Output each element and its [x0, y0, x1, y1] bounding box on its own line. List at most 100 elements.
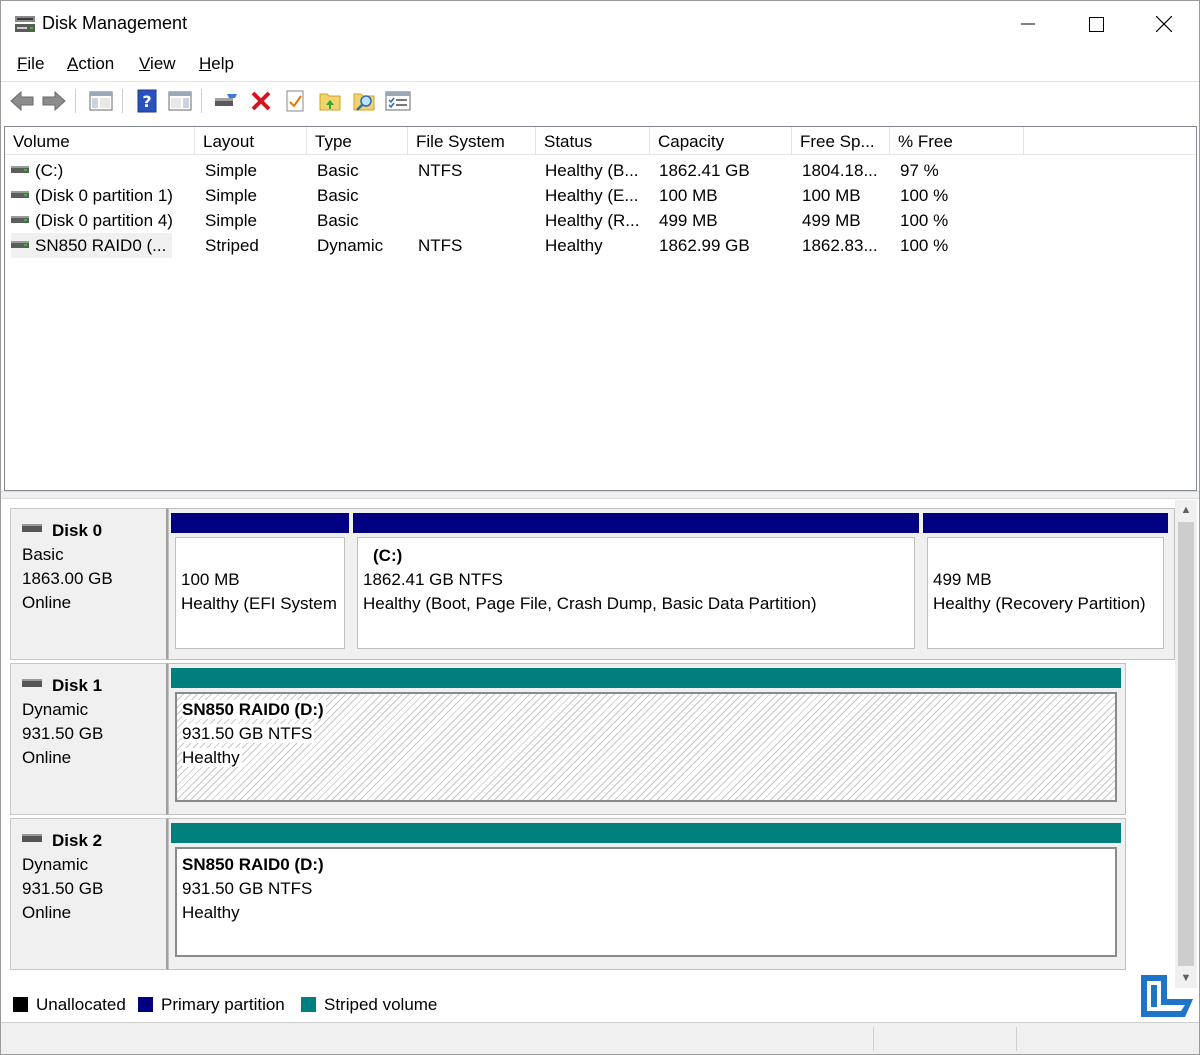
partition-name: SN850 RAID0 (D:): [182, 700, 326, 719]
minimize-icon: [1021, 23, 1035, 25]
status-cell: Healthy (E...: [545, 186, 639, 205]
scroll-thumb[interactable]: [1178, 522, 1194, 966]
pane-splitter[interactable]: [1, 491, 1199, 499]
disk-1-partitions: SN850 RAID0 (D:) 931.50 GB NTFS Healthy: [168, 663, 1126, 815]
partition-sn850-raid0-disk1[interactable]: SN850 RAID0 (D:) 931.50 GB NTFS Healthy: [171, 668, 1121, 812]
disk-icon: [22, 523, 42, 532]
minimize-button[interactable]: [994, 1, 1062, 47]
type-cell: Dynamic: [317, 236, 384, 255]
properties-button[interactable]: [281, 87, 309, 115]
menu-file[interactable]: File: [17, 54, 44, 74]
volume-row[interactable]: (Disk 0 partition 1) Simple Basic Health…: [5, 183, 1196, 208]
disk-name: Disk 1: [52, 676, 103, 695]
column-status[interactable]: Status: [536, 127, 650, 155]
disk-2-label[interactable]: Disk 2 Dynamic 931.50 GB Online: [10, 818, 168, 970]
column-file-system[interactable]: File System: [408, 127, 536, 155]
maximize-button[interactable]: [1062, 1, 1130, 47]
help-button[interactable]: ?: [133, 87, 161, 115]
partition-size: 100 MB: [181, 570, 240, 589]
layout-cell: Simple: [205, 186, 257, 205]
menu-view[interactable]: View: [139, 54, 176, 74]
volume-row[interactable]: (Disk 0 partition 4) Simple Basic Health…: [5, 208, 1196, 233]
percent-free-cell: 100 %: [900, 186, 949, 205]
partition-recovery[interactable]: 499 MB Healthy (Recovery Partition): [923, 513, 1168, 657]
free-space-cell: 1862.83...: [802, 236, 878, 255]
legend-striped-volume: Striped volume: [301, 995, 437, 1015]
type-cell: Basic: [317, 186, 359, 205]
forward-icon: [42, 90, 66, 112]
free-space-cell: 100 MB: [802, 186, 861, 205]
column-percent-free[interactable]: % Free: [890, 127, 1024, 155]
disk-size: 931.50 GB: [22, 879, 104, 898]
partition-details: SN850 RAID0 (D:) 931.50 GB NTFS Healthy: [175, 847, 1117, 957]
partition-efi[interactable]: 100 MB Healthy (EFI System: [171, 513, 349, 657]
column-free-space[interactable]: Free Sp...: [792, 127, 890, 155]
show-hide-console-tree-button[interactable]: [87, 87, 115, 115]
partition-details: 499 MB Healthy (Recovery Partition): [927, 537, 1164, 649]
options-button[interactable]: [384, 87, 412, 115]
options-icon: [385, 91, 411, 111]
close-button[interactable]: [1130, 1, 1198, 47]
partition-type-bar: [353, 513, 919, 533]
show-hide-console-tree-icon: [89, 91, 113, 111]
volume-row[interactable]: (C:) Simple Basic NTFS Healthy (B... 186…: [5, 158, 1196, 183]
delete-button[interactable]: [247, 87, 275, 115]
graph-scrollbar[interactable]: ▲ ▼: [1175, 500, 1197, 988]
column-layout[interactable]: Layout: [195, 127, 307, 155]
partition-details: (C:) 1862.41 GB NTFS Healthy (Boot, Page…: [357, 537, 915, 649]
volume-icon: [11, 216, 29, 224]
column-volume[interactable]: Volume: [5, 127, 195, 155]
scroll-up-button[interactable]: ▲: [1175, 500, 1197, 520]
layout-cell: Striped: [205, 236, 259, 255]
column-capacity[interactable]: Capacity: [650, 127, 792, 155]
disk-1-label[interactable]: Disk 1 Dynamic 931.50 GB Online: [10, 663, 168, 815]
partition-type-bar: [171, 668, 1121, 688]
watermark-logo: [1141, 975, 1193, 1017]
menu-bar: File Action View Help: [1, 51, 1199, 79]
back-button[interactable]: [8, 87, 36, 115]
legend-swatch: [138, 997, 153, 1012]
percent-free-cell: 100 %: [900, 236, 949, 255]
menu-view-label: View: [139, 54, 176, 73]
legend-swatch: [301, 997, 316, 1012]
partition-name: (C:): [373, 546, 403, 565]
volume-cell: (C:): [11, 158, 63, 183]
capacity-cell: 1862.99 GB: [659, 236, 750, 255]
disk-state: Online: [22, 593, 72, 612]
open-folder-button[interactable]: [316, 87, 344, 115]
show-hide-action-pane-button[interactable]: [166, 87, 194, 115]
disk-type: Basic: [22, 545, 64, 564]
partition-sn850-raid0-disk2[interactable]: SN850 RAID0 (D:) 931.50 GB NTFS Healthy: [171, 823, 1121, 967]
layout-cell: Simple: [205, 211, 257, 230]
menu-help[interactable]: Help: [199, 54, 234, 74]
disk-2-partitions: SN850 RAID0 (D:) 931.50 GB NTFS Healthy: [168, 818, 1126, 970]
menu-action-label: Action: [67, 54, 115, 73]
capacity-cell: 1862.41 GB: [659, 161, 750, 180]
volume-row[interactable]: SN850 RAID0 (... Striped Dynamic NTFS He…: [5, 233, 1196, 258]
volume-icon: [11, 191, 29, 199]
free-space-cell: 499 MB: [802, 211, 861, 230]
column-type[interactable]: Type: [307, 127, 408, 155]
window-title: Disk Management: [42, 13, 188, 33]
connect-disk-icon: [215, 94, 237, 106]
chevron-up-icon: ▲: [1180, 504, 1192, 516]
file-system-cell: NTFS: [418, 236, 463, 255]
explore-icon: [353, 93, 375, 111]
legend-swatch: [13, 997, 28, 1012]
open-folder-icon: [319, 93, 341, 111]
percent-free-cell: 100 %: [900, 211, 949, 230]
disk-type: Dynamic: [22, 700, 89, 719]
volume-cell: SN850 RAID0 (...: [11, 233, 173, 258]
menu-action[interactable]: Action: [67, 54, 114, 74]
disk-0-label[interactable]: Disk 0 Basic 1863.00 GB Online: [10, 508, 168, 660]
volume-cell: (Disk 0 partition 4): [11, 208, 173, 233]
connect-disk-button[interactable]: [212, 87, 240, 115]
explore-button[interactable]: [350, 87, 378, 115]
partition-c[interactable]: (C:) 1862.41 GB NTFS Healthy (Boot, Page…: [353, 513, 919, 657]
volume-list: Volume Layout Type File System Status Ca…: [4, 126, 1197, 491]
partition-type-bar: [171, 823, 1121, 843]
type-cell: Basic: [317, 161, 359, 180]
disk-0-partitions: 100 MB Healthy (EFI System (C:) 1862.41 …: [168, 508, 1175, 660]
forward-button[interactable]: [40, 87, 68, 115]
volume-icon: [11, 241, 29, 249]
